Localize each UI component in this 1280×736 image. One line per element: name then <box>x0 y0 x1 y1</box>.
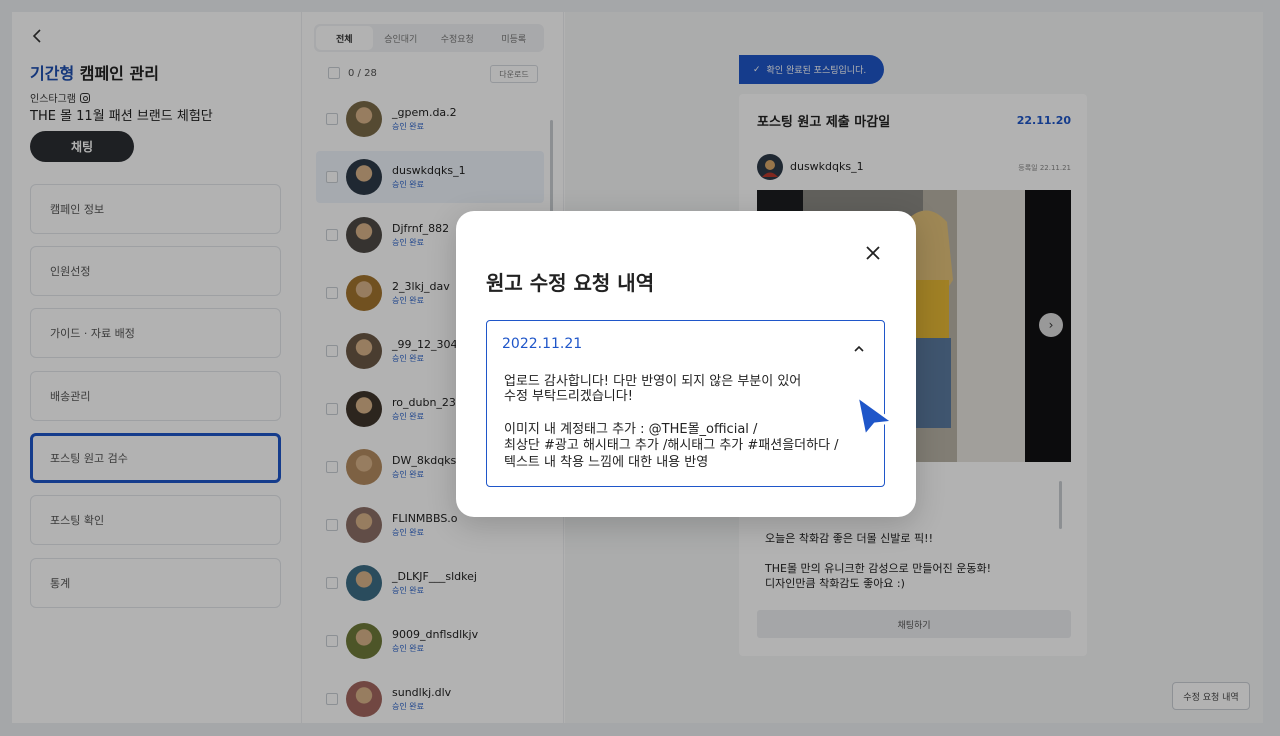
revision-message-line: 업로드 감사합니다! 다만 반영이 되지 않은 부분이 있어 <box>504 374 802 389</box>
revision-message-line: 수정 부탁드리겠습니다! <box>504 389 633 404</box>
revision-entry: 2022.11.21 업로드 감사합니다! 다만 반영이 되지 않은 부분이 있… <box>486 320 885 487</box>
revision-message-line: 텍스트 내 착용 느낌에 대한 내용 반영 <box>504 455 709 470</box>
mouse-cursor-icon <box>853 392 897 438</box>
revision-message-line: 이미지 내 계정태그 추가 : @THE몰_official / <box>504 422 758 437</box>
close-icon[interactable] <box>864 244 882 262</box>
revision-message-line: 최상단 #광고 해시태그 추가 /해시태그 추가 #패션을더하다 / <box>504 438 839 453</box>
modal-title: 원고 수정 요청 내역 <box>486 271 655 295</box>
revision-date: 2022.11.21 <box>502 336 583 352</box>
chevron-up-icon[interactable] <box>854 339 864 352</box>
revision-history-modal: 원고 수정 요청 내역 2022.11.21 업로드 감사합니다! 다만 반영이… <box>456 211 916 517</box>
